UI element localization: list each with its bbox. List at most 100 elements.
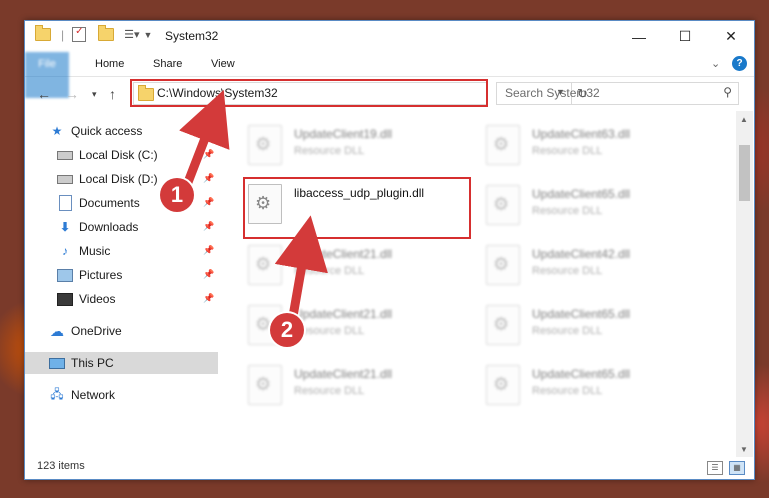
large-icons-view-icon[interactable]: ▦: [729, 461, 745, 475]
scroll-up-icon[interactable]: ▲: [740, 115, 748, 124]
maximize-button[interactable]: ☐: [662, 21, 708, 52]
pin-icon[interactable]: 📌: [203, 269, 214, 280]
customize-toolbar-icon[interactable]: ☰▾: [124, 28, 139, 41]
pin-icon[interactable]: 📌: [203, 173, 214, 184]
sidebar-item-label: Documents: [79, 196, 140, 210]
file-type: Resource DLL: [294, 325, 365, 337]
address-bar[interactable]: C:\Windows\System32 ▼ ↻: [133, 82, 588, 105]
file-item[interactable]: UpdateClient65.dll Resource DLL: [486, 301, 706, 347]
pictures-icon: [57, 267, 73, 283]
file-name: UpdateClient63.dll: [532, 127, 631, 141]
tab-home[interactable]: Home: [85, 52, 134, 76]
ribbon-expand-icon[interactable]: ⌄: [701, 52, 730, 76]
download-icon: ⬇: [59, 220, 71, 234]
help-icon[interactable]: ?: [732, 56, 747, 71]
file-item[interactable]: UpdateClient21.dll Resource DLL: [248, 241, 468, 287]
pin-icon[interactable]: 📌: [203, 197, 214, 208]
sidebar-item-network[interactable]: 🖧 Network: [49, 384, 115, 406]
drive-icon: [57, 147, 73, 163]
title-bar: | ✓ ☰▾ ▼ System32 — ☐ ✕: [25, 21, 754, 52]
sidebar-item-onedrive[interactable]: ☁ OneDrive: [49, 320, 122, 342]
sidebar-item-label: Downloads: [79, 220, 139, 234]
dll-file-icon: [486, 305, 520, 345]
file-item[interactable]: UpdateClient42.dll Resource DLL: [486, 241, 706, 287]
pin-icon[interactable]: 📌: [203, 293, 214, 304]
tab-share[interactable]: Share: [143, 52, 192, 76]
file-item[interactable]: UpdateClient63.dll Resource DLL: [486, 121, 706, 167]
sidebar-item-videos[interactable]: Videos: [57, 288, 115, 310]
computer-icon: [49, 355, 65, 371]
scrollbar-thumb[interactable]: [739, 145, 750, 201]
toolbar-dropdown-icon[interactable]: ▼: [144, 30, 153, 40]
navigation-pane: ★ Quick access Local Disk (C:) 📌 Local D…: [25, 117, 218, 457]
sidebar-item-label: Local Disk (D:): [79, 172, 158, 186]
file-type: Resource DLL: [532, 325, 603, 337]
forward-arrow-icon[interactable]: →: [65, 86, 79, 102]
drive-icon: [57, 171, 73, 187]
window-title: System32: [165, 29, 219, 43]
sidebar-item-label: This PC: [71, 356, 114, 370]
sidebar-item-local-disk-c[interactable]: Local Disk (C:): [57, 144, 158, 166]
file-name: UpdateClient65.dll: [532, 367, 631, 381]
file-item[interactable]: UpdateClient21.dll Resource DLL: [248, 361, 468, 407]
address-path[interactable]: C:\Windows\System32: [157, 86, 278, 100]
file-item[interactable]: UpdateClient19.dll Resource DLL: [248, 121, 468, 167]
search-box[interactable]: ⚲: [496, 82, 739, 105]
file-item[interactable]: UpdateClient65.dll Resource DLL: [486, 361, 706, 407]
sidebar-item-label: Pictures: [79, 268, 123, 282]
recent-locations-icon[interactable]: ▾: [92, 89, 97, 100]
toolbar-divider: |: [61, 27, 65, 42]
folder-icon: [35, 25, 51, 41]
file-name: UpdateClient21.dll: [294, 367, 393, 381]
file-name: UpdateClient65.dll: [532, 307, 631, 321]
file-type: Resource DLL: [532, 265, 603, 277]
videos-icon: [57, 291, 73, 307]
sidebar-item-this-pc[interactable]: This PC: [25, 352, 218, 374]
file-item-selected[interactable]: libaccess_udp_plugin.dll: [248, 180, 468, 226]
folder-icon: [138, 85, 154, 101]
pin-icon[interactable]: 📌: [203, 149, 214, 160]
sidebar-item-label: OneDrive: [71, 324, 122, 338]
vertical-scrollbar[interactable]: ▲ ▼: [736, 111, 753, 457]
dll-file-icon: [486, 185, 520, 225]
sidebar-item-label: Quick access: [71, 124, 143, 138]
file-type: Resource DLL: [294, 265, 365, 277]
sidebar-item-local-disk-d[interactable]: Local Disk (D:): [57, 168, 158, 190]
search-icon[interactable]: ⚲: [723, 85, 732, 99]
properties-icon[interactable]: ✓: [72, 26, 87, 42]
pin-icon[interactable]: 📌: [203, 245, 214, 256]
close-button[interactable]: ✕: [708, 21, 754, 52]
sidebar-item-music[interactable]: ♪ Music: [57, 240, 110, 262]
file-item[interactable]: UpdateClient65.dll Resource DLL: [486, 181, 706, 227]
file-name: UpdateClient65.dll: [532, 187, 631, 201]
sidebar-item-label: Music: [79, 244, 111, 258]
scroll-down-icon[interactable]: ▼: [740, 445, 748, 454]
back-arrow-icon[interactable]: ←: [37, 86, 51, 102]
file-name: libaccess_udp_plugin.dll: [294, 186, 425, 200]
sidebar-item-downloads[interactable]: ⬇ Downloads: [57, 216, 138, 238]
sidebar-item-label: Network: [71, 388, 116, 402]
file-type: Resource DLL: [532, 385, 603, 397]
sidebar-item-quick-access[interactable]: ★ Quick access: [49, 120, 143, 142]
sidebar-item-documents[interactable]: Documents: [57, 192, 140, 214]
network-icon: 🖧: [50, 386, 64, 401]
tab-view[interactable]: View: [201, 52, 245, 76]
file-type: Resource DLL: [294, 145, 365, 157]
dll-file-icon: [248, 245, 282, 285]
search-input[interactable]: [497, 83, 705, 102]
minimize-button[interactable]: —: [616, 21, 662, 52]
cloud-icon: ☁: [50, 322, 64, 339]
details-view-icon[interactable]: ☰: [707, 461, 723, 475]
pin-icon[interactable]: 📌: [203, 221, 214, 232]
file-type: Resource DLL: [532, 145, 603, 157]
new-folder-icon[interactable]: [98, 25, 115, 41]
dll-file-icon: [486, 125, 520, 165]
up-arrow-icon[interactable]: ↑: [109, 86, 116, 102]
file-list: UpdateClient19.dll Resource DLL libacces…: [218, 111, 736, 457]
dll-file-icon: [486, 245, 520, 285]
sidebar-item-pictures[interactable]: Pictures: [57, 264, 122, 286]
file-type: Resource DLL: [532, 205, 603, 217]
file-name: UpdateClient21.dll: [294, 247, 393, 261]
step-badge-1: 1: [160, 178, 194, 212]
status-bar: 123 items ☰ ▦: [25, 457, 754, 479]
